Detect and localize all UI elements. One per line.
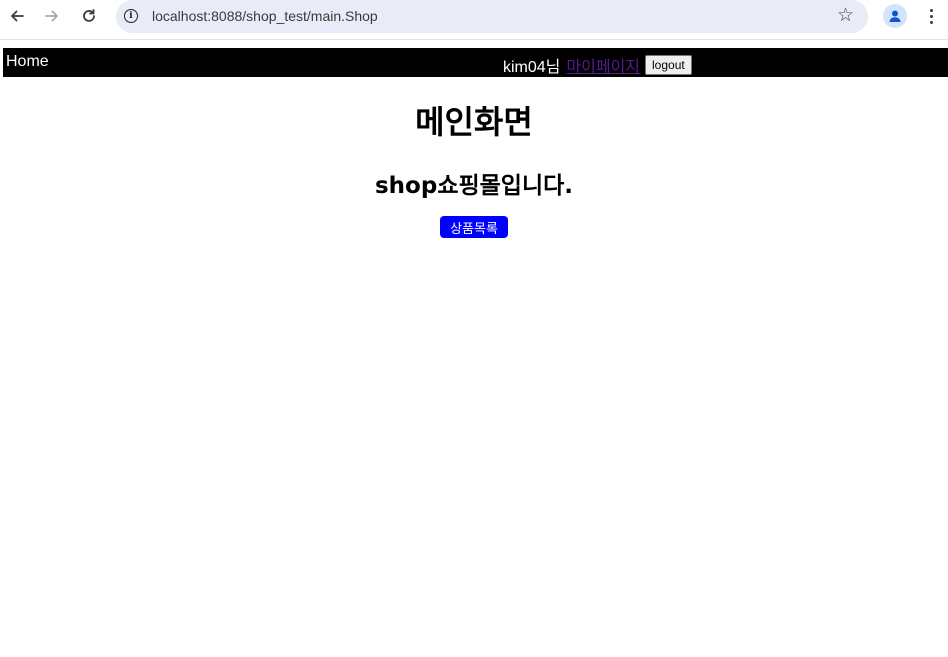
bookmark-star-icon[interactable]: ☆ <box>837 6 854 25</box>
home-link[interactable]: Home <box>6 53 49 71</box>
logout-button[interactable]: logout <box>645 55 692 75</box>
page-title: 메인화면 <box>415 103 533 141</box>
reload-icon[interactable] <box>75 4 103 28</box>
product-list-button[interactable]: 상품목록 <box>440 216 508 238</box>
forward-icon[interactable] <box>38 4 66 28</box>
page-subtitle: shop쇼핑몰입니다. <box>374 173 574 199</box>
username-label: kim04님 <box>503 59 561 76</box>
browser-toolbar: i localhost:8088/shop_test/main.Shop ☆ <box>0 0 948 40</box>
user-area: kim04님 마이페이지 logout <box>503 53 692 77</box>
kebab-menu-icon[interactable] <box>921 5 941 27</box>
back-icon[interactable] <box>3 4 31 28</box>
mypage-link[interactable]: 마이페이지 <box>566 53 640 77</box>
site-header: Home kim04님 마이페이지 logout <box>3 48 948 77</box>
address-bar[interactable]: i localhost:8088/shop_test/main.Shop ☆ <box>116 0 868 33</box>
info-icon[interactable]: i <box>124 9 138 23</box>
url-text[interactable]: localhost:8088/shop_test/main.Shop <box>152 8 378 24</box>
profile-icon[interactable] <box>883 4 907 28</box>
